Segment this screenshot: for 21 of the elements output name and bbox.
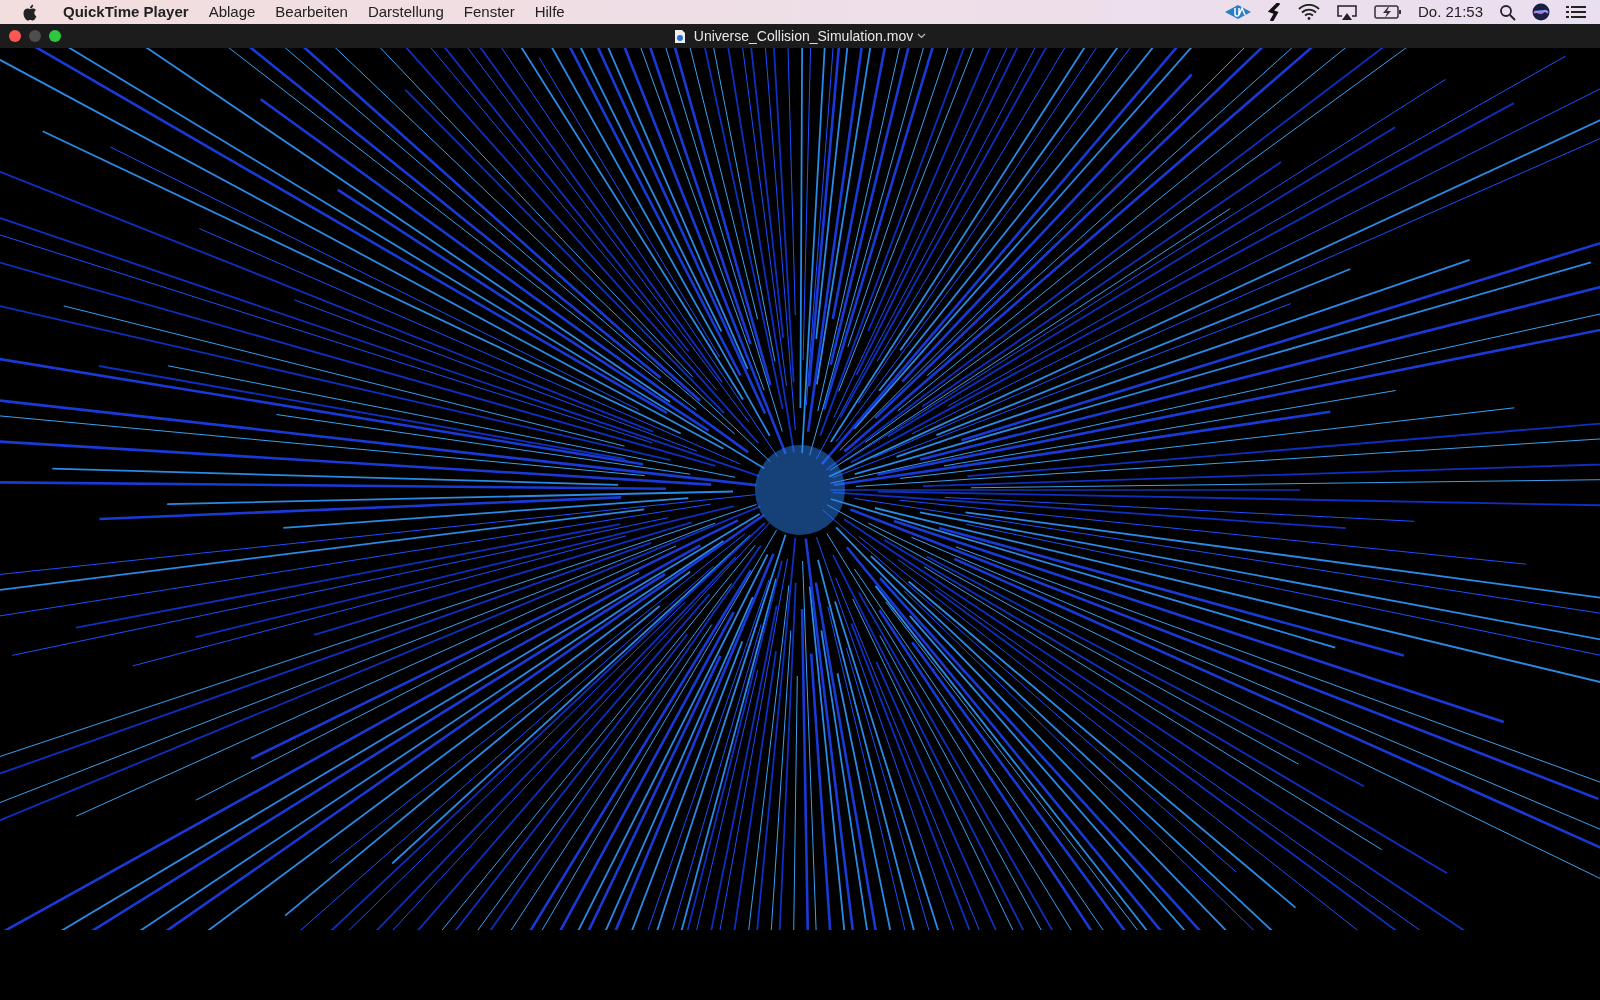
- apple-logo-icon[interactable]: [22, 3, 37, 21]
- menu-item[interactable]: Ablage: [198, 0, 266, 24]
- zoom-button[interactable]: [49, 30, 61, 42]
- diamond-logo-icon[interactable]: [1223, 4, 1252, 20]
- list-menu-icon[interactable]: [1566, 5, 1586, 19]
- battery-icon[interactable]: [1373, 4, 1402, 20]
- menu-clock[interactable]: Do. 21:53: [1417, 0, 1483, 24]
- document-icon: [673, 28, 686, 44]
- menu-item[interactable]: Hilfe: [524, 0, 575, 24]
- s-shape-icon[interactable]: [1267, 3, 1282, 21]
- airplay-icon[interactable]: [1335, 3, 1358, 21]
- menu-item[interactable]: Bearbeiten: [265, 0, 358, 24]
- chevron-down-icon[interactable]: [917, 33, 927, 39]
- window-title[interactable]: Universe_Collision_Simulation.mov: [693, 25, 914, 47]
- search-icon[interactable]: [1499, 3, 1516, 21]
- menu-item[interactable]: Darstellung: [357, 0, 454, 24]
- menu-item[interactable]: Fenster: [453, 0, 525, 24]
- app-menu[interactable]: QuickTime Player: [53, 0, 199, 24]
- orb-icon[interactable]: [1532, 3, 1550, 21]
- wifi-icon[interactable]: [1297, 4, 1320, 20]
- close-button[interactable]: [9, 30, 21, 42]
